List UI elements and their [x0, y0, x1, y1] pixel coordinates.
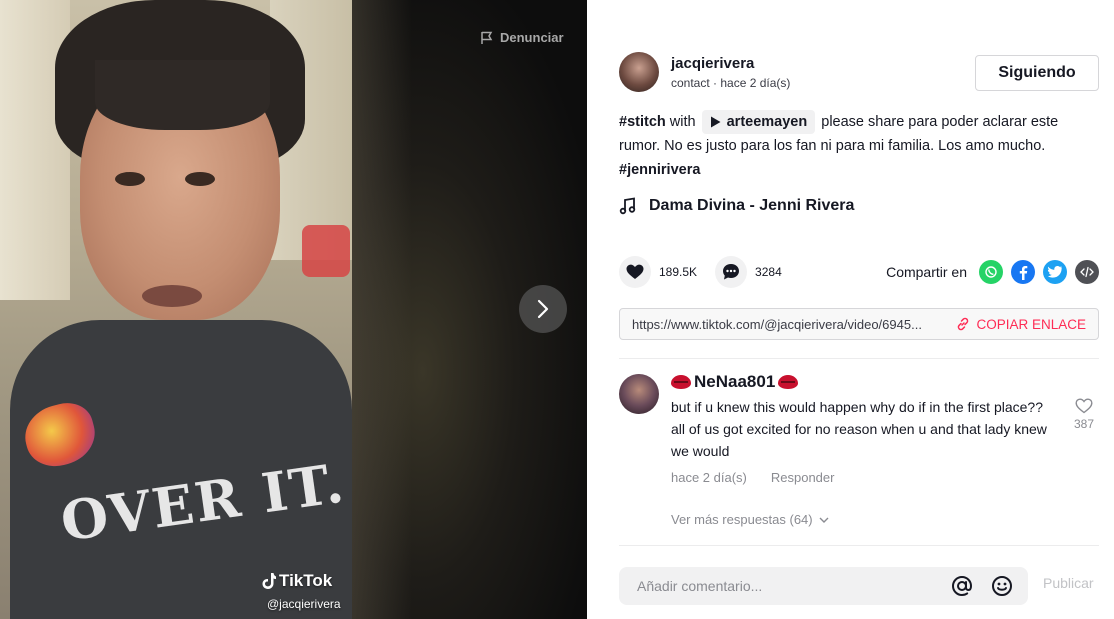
share-group: Compartir en [886, 260, 1099, 284]
more-replies-label: Ver más respuestas (64) [671, 512, 813, 527]
reply-button[interactable]: Responder [771, 470, 835, 485]
like-button[interactable] [619, 256, 651, 288]
heart-icon [626, 264, 644, 279]
code-glyph [1080, 266, 1094, 278]
like-action[interactable]: 189.5K [619, 256, 697, 288]
link-icon [958, 317, 969, 331]
copy-link-button[interactable]: COPIAR ENLACE [944, 317, 1098, 332]
tiktok-watermark-handle: @jacqierivera [267, 597, 341, 611]
share-label: Compartir en [886, 264, 967, 280]
report-label: Denunciar [500, 30, 564, 45]
post-button[interactable]: Publicar [1043, 575, 1094, 591]
next-video-button[interactable] [519, 285, 567, 333]
music-title: Dama Divina - Jenni Rivera [649, 197, 855, 214]
tiktok-note-icon [262, 573, 276, 589]
embed-code-icon[interactable] [1075, 260, 1099, 284]
music-link[interactable]: Dama Divina - Jenni Rivera [619, 197, 854, 215]
video-player[interactable]: OVER IT. TikTok @jacqierivera Denunciar [0, 0, 587, 619]
smiley-icon [992, 576, 1012, 596]
commenter-name[interactable]: NeNaa801 [671, 372, 1051, 392]
video-description: #stitch with arteemayen please share par… [619, 110, 1087, 182]
video-eye-left [115, 172, 145, 186]
details-panel: jacqierivera contact · hace 2 día(s) Sig… [587, 0, 1114, 619]
tiktok-watermark: TikTok [262, 571, 332, 591]
tiktok-watermark-text: TikTok [279, 571, 333, 590]
play-icon [710, 116, 721, 128]
video-mouth [142, 285, 202, 307]
author-meta: contact · hace 2 día(s) [671, 75, 791, 90]
video-bangs [95, 60, 270, 130]
comments-divider-bottom [619, 545, 1099, 546]
comment-text: but if u knew this would happen why do i… [671, 399, 1047, 459]
author-avatar[interactable] [619, 52, 659, 92]
emoji-button[interactable] [988, 572, 1016, 600]
comment-action[interactable]: 3284 [715, 256, 782, 288]
view-more-replies[interactable]: Ver más respuestas (64) [671, 512, 829, 527]
kiss-emoji-icon [671, 375, 691, 389]
comment-button[interactable] [715, 256, 748, 288]
copy-link-label: COPIAR ENLACE [976, 316, 1086, 332]
following-button[interactable]: Siguiendo [975, 55, 1099, 91]
commenter-avatar[interactable] [619, 374, 659, 414]
video-link-box: https://www.tiktok.com/@jacqierivera/vid… [619, 308, 1099, 340]
comment-count: 3284 [755, 265, 782, 279]
video-red-object [302, 225, 350, 277]
with-word: with [669, 114, 696, 130]
video-url[interactable]: https://www.tiktok.com/@jacqierivera/vid… [620, 317, 944, 332]
like-count: 189.5K [659, 265, 698, 279]
comment-input[interactable] [637, 578, 936, 594]
stitch-user-name: arteemayen [726, 114, 808, 130]
comment-meta: hace 2 día(s) Responder [671, 470, 1051, 485]
comment-time: hace 2 día(s) [671, 470, 747, 485]
author-info: jacqierivera contact · hace 2 día(s) [619, 52, 790, 92]
jennirivera-hashtag[interactable]: #jennirivera [619, 162, 700, 178]
whatsapp-glyph [985, 266, 997, 278]
video-frame[interactable]: OVER IT. TikTok @jacqierivera [0, 0, 352, 619]
commenter-username: NeNaa801 [694, 372, 776, 391]
facebook-glyph [1019, 266, 1028, 280]
comments-divider-top [619, 358, 1099, 359]
flag-icon [481, 31, 493, 44]
author-text: jacqierivera contact · hace 2 día(s) [671, 55, 790, 90]
video-eye-right [185, 172, 215, 186]
chevron-right-icon [537, 299, 549, 319]
whatsapp-share-icon[interactable] [979, 260, 1003, 284]
heart-outline-icon [1075, 398, 1093, 414]
author-username[interactable]: jacqierivera [671, 55, 790, 72]
comment-composer [619, 567, 1028, 605]
facebook-share-icon[interactable] [1011, 260, 1035, 284]
stitch-hashtag[interactable]: #stitch [619, 114, 666, 130]
mention-button[interactable] [948, 572, 976, 600]
comment-bubble-icon [723, 264, 740, 280]
stitch-user-chip[interactable]: arteemayen [701, 110, 816, 134]
chevron-down-icon [819, 517, 829, 523]
comment-body: NeNaa801 but if u knew this would happen… [671, 372, 1051, 485]
twitter-share-icon[interactable] [1043, 260, 1067, 284]
action-bar: 189.5K 3284 Compartir en [619, 255, 1099, 289]
at-sign-icon [951, 575, 973, 597]
twitter-glyph [1048, 266, 1062, 278]
music-note-icon [619, 197, 636, 215]
comment-like-button[interactable]: 387 [1069, 398, 1099, 431]
report-button[interactable]: Denunciar [480, 30, 564, 45]
kiss-emoji-icon [778, 375, 799, 389]
comment-like-count: 387 [1073, 417, 1095, 431]
